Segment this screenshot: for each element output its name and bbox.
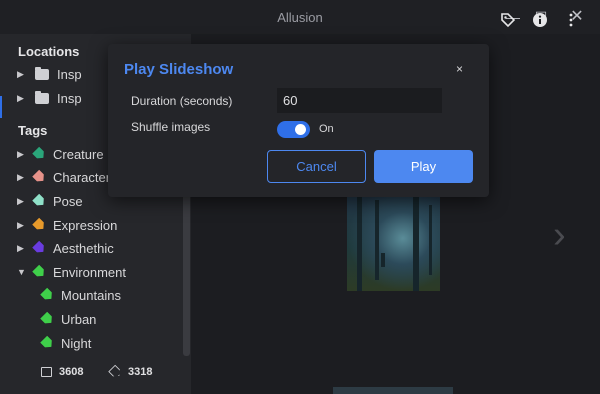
location-item[interactable]: ▶ Insp bbox=[17, 64, 82, 84]
tag-icon bbox=[32, 218, 47, 233]
tag-item-night[interactable]: Night bbox=[37, 333, 91, 353]
folder-icon bbox=[35, 90, 49, 104]
chevron-right-icon[interactable]: ▶ bbox=[17, 220, 29, 231]
tag-label: Aesthethic bbox=[53, 240, 114, 256]
tag-label: Environment bbox=[53, 264, 126, 280]
tag-item-character[interactable]: ▶ Character bbox=[17, 167, 110, 187]
tag-label: Character bbox=[53, 169, 111, 185]
duration-label: Duration (seconds) bbox=[131, 94, 233, 108]
shuffle-state: On bbox=[319, 123, 334, 135]
tag-count-value: 3318 bbox=[128, 366, 153, 378]
chevron-right-icon[interactable]: ▶ bbox=[17, 69, 29, 80]
tag-label: Night bbox=[61, 335, 92, 351]
tag-icon bbox=[40, 312, 55, 327]
tag-icon bbox=[32, 194, 47, 209]
chevron-right-icon[interactable]: › bbox=[553, 216, 573, 254]
selection-accent bbox=[0, 96, 2, 118]
chevron-right-icon[interactable]: ▶ bbox=[17, 149, 29, 160]
tag-icon bbox=[32, 241, 47, 256]
dialog-title: Play Slideshow bbox=[124, 61, 234, 78]
tags-heading: Tags bbox=[18, 123, 48, 138]
slideshow-dialog: Play Slideshow × Duration (seconds) Shuf… bbox=[108, 44, 489, 197]
locations-heading: Locations bbox=[18, 44, 80, 59]
tag-item-aesthethic[interactable]: ▶ Aesthethic bbox=[17, 238, 114, 258]
image-thumbnail[interactable] bbox=[333, 387, 453, 394]
location-label: Insp bbox=[57, 90, 82, 106]
tag-icon bbox=[40, 288, 55, 303]
tag-label: Mountains bbox=[61, 287, 121, 303]
location-item[interactable]: ▶ Insp bbox=[17, 88, 82, 108]
folder-icon bbox=[35, 66, 49, 80]
shuffle-label: Shuffle images bbox=[131, 120, 211, 134]
tag-icon bbox=[108, 365, 123, 380]
play-button[interactable]: Play bbox=[374, 150, 473, 183]
location-label: Insp bbox=[57, 66, 82, 82]
tag-count: 3318 bbox=[110, 366, 152, 378]
image-thumbnail[interactable] bbox=[347, 195, 440, 291]
image-count: 3608 bbox=[41, 366, 83, 378]
tag-item-creature[interactable]: ▶ Creature bbox=[17, 144, 104, 164]
chevron-right-icon[interactable]: ▶ bbox=[17, 172, 29, 183]
tag-label: Creature bbox=[53, 146, 104, 162]
tag-label: Expression bbox=[53, 217, 118, 233]
tag-item-expression[interactable]: ▶ Expression bbox=[17, 215, 117, 235]
tag-item-pose[interactable]: ▶ Pose bbox=[17, 191, 83, 211]
tag-icon bbox=[32, 147, 47, 162]
toggle-knob bbox=[295, 124, 306, 135]
shuffle-toggle[interactable] bbox=[277, 121, 310, 138]
tag-icon[interactable] bbox=[499, 12, 517, 30]
tag-item-urban[interactable]: Urban bbox=[37, 309, 96, 329]
tag-label: Urban bbox=[61, 311, 97, 327]
tag-icon bbox=[40, 336, 55, 351]
chevron-down-icon[interactable]: ▼ bbox=[17, 267, 29, 277]
cancel-button[interactable]: Cancel bbox=[267, 150, 366, 183]
tag-icon bbox=[32, 170, 47, 185]
more-vertical-icon[interactable] bbox=[562, 12, 580, 30]
image-icon bbox=[41, 367, 52, 377]
chevron-right-icon[interactable]: ▶ bbox=[17, 93, 29, 104]
chevron-right-icon[interactable]: ▶ bbox=[17, 243, 29, 254]
image-count-value: 3608 bbox=[59, 366, 84, 378]
close-icon[interactable]: × bbox=[456, 62, 463, 76]
tag-item-environment[interactable]: ▼ Environment bbox=[17, 262, 126, 282]
tag-item-mountains[interactable]: Mountains bbox=[37, 285, 121, 305]
duration-input[interactable] bbox=[277, 88, 442, 113]
chevron-right-icon[interactable]: ▶ bbox=[17, 196, 29, 207]
tag-icon bbox=[32, 265, 47, 280]
tag-label: Pose bbox=[53, 193, 83, 209]
info-icon[interactable] bbox=[531, 12, 549, 30]
